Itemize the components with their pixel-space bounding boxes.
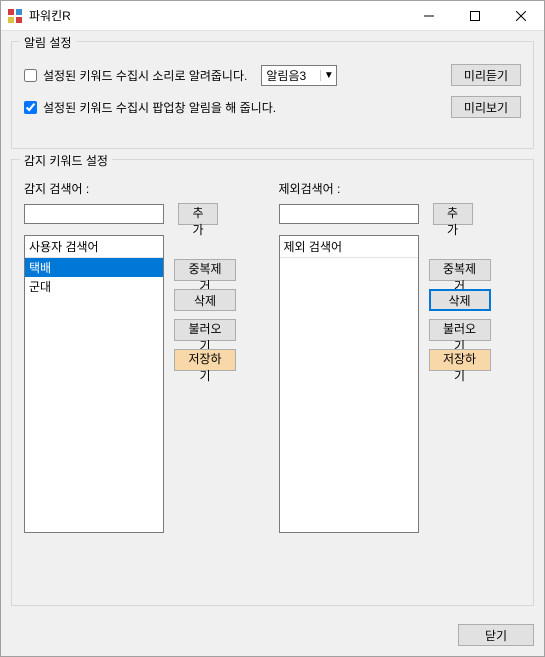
exclude-delete-button[interactable]: 삭제 xyxy=(429,289,491,311)
include-load-button[interactable]: 불러오기 xyxy=(174,319,236,341)
window-body: 알림 설정 설정된 키워드 수집시 소리로 알려줍니다. 알림음3 ▼ 미리듣기… xyxy=(1,31,544,616)
alarm-popup-label: 설정된 키워드 수집시 팝업창 알림을 해 줍니다. xyxy=(43,99,276,116)
exclude-load-button[interactable]: 불러오기 xyxy=(429,319,491,341)
include-dedup-button[interactable]: 중복제거 xyxy=(174,259,236,281)
minimize-button[interactable] xyxy=(406,1,452,31)
exclude-label: 제외검색어 : xyxy=(279,180,522,197)
exclude-dedup-button[interactable]: 중복제거 xyxy=(429,259,491,281)
preview-sound-button[interactable]: 미리듣기 xyxy=(451,64,521,86)
include-input[interactable] xyxy=(24,204,164,224)
window-title: 파워킨R xyxy=(29,7,406,24)
exclude-input-row: 추가 xyxy=(279,203,522,225)
window-controls xyxy=(406,1,544,30)
alarm-popup-checkbox[interactable] xyxy=(24,101,37,114)
alarm-popup-row: 설정된 키워드 수집시 팝업창 알림을 해 줍니다. 미리보기 xyxy=(24,96,521,118)
list-item[interactable]: 군대 xyxy=(25,277,163,296)
app-window: 파워킨R 알림 설정 설정된 키워드 수집시 소리로 알려줍니다. xyxy=(0,0,545,657)
include-add-button[interactable]: 추가 xyxy=(178,203,218,225)
include-input-row: 추가 xyxy=(24,203,267,225)
exclude-listbox[interactable]: 제외 검색어 xyxy=(279,235,419,533)
preview-popup-button[interactable]: 미리보기 xyxy=(451,96,521,118)
close-dialog-button[interactable]: 닫기 xyxy=(458,624,534,646)
exclude-add-button[interactable]: 추가 xyxy=(433,203,473,225)
include-label: 감지 검색어 : xyxy=(24,180,267,197)
include-list-area: 사용자 검색어 택배 군대 중복제거 삭제 불러오기 저장하기 xyxy=(24,235,267,593)
alarm-popup-checkbox-wrap[interactable]: 설정된 키워드 수집시 팝업창 알림을 해 줍니다. xyxy=(24,99,276,116)
include-button-stack: 중복제거 삭제 불러오기 저장하기 xyxy=(174,235,236,593)
alarm-sound-checkbox-wrap[interactable]: 설정된 키워드 수집시 소리로 알려줍니다. xyxy=(24,67,247,84)
exclude-column: 제외검색어 : 추가 제외 검색어 중복제거 삭제 불러오기 저장 xyxy=(279,180,522,593)
include-save-button[interactable]: 저장하기 xyxy=(174,349,236,371)
alarm-sound-row: 설정된 키워드 수집시 소리로 알려줍니다. 알림음3 ▼ 미리듣기 xyxy=(24,64,521,86)
alarm-sound-checkbox[interactable] xyxy=(24,69,37,82)
alarm-sound-select-value: 알림음3 xyxy=(262,67,320,84)
footer: 닫기 xyxy=(1,616,544,656)
titlebar: 파워킨R xyxy=(1,1,544,31)
keyword-settings-group: 감지 키워드 설정 감지 검색어 : 추가 사용자 검색어 택배 군대 xyxy=(11,159,534,606)
include-list-header: 사용자 검색어 xyxy=(25,236,163,258)
exclude-save-button[interactable]: 저장하기 xyxy=(429,349,491,371)
app-icon xyxy=(7,8,23,24)
keyword-group-title: 감지 키워드 설정 xyxy=(20,152,112,169)
exclude-input[interactable] xyxy=(279,204,419,224)
alarm-sound-label: 설정된 키워드 수집시 소리로 알려줍니다. xyxy=(43,67,247,84)
alarm-sound-select[interactable]: 알림음3 ▼ xyxy=(261,65,337,86)
alarm-settings-group: 알림 설정 설정된 키워드 수집시 소리로 알려줍니다. 알림음3 ▼ 미리듣기… xyxy=(11,41,534,149)
include-column: 감지 검색어 : 추가 사용자 검색어 택배 군대 중복제거 삭제 xyxy=(24,180,267,593)
include-listbox[interactable]: 사용자 검색어 택배 군대 xyxy=(24,235,164,533)
dropdown-arrow-icon: ▼ xyxy=(320,70,336,81)
alarm-group-title: 알림 설정 xyxy=(20,34,76,51)
include-delete-button[interactable]: 삭제 xyxy=(174,289,236,311)
keyword-columns: 감지 검색어 : 추가 사용자 검색어 택배 군대 중복제거 삭제 xyxy=(24,180,521,593)
exclude-list-header: 제외 검색어 xyxy=(280,236,418,258)
exclude-list-area: 제외 검색어 중복제거 삭제 불러오기 저장하기 xyxy=(279,235,522,593)
list-item[interactable]: 택배 xyxy=(25,258,163,277)
maximize-button[interactable] xyxy=(452,1,498,31)
exclude-button-stack: 중복제거 삭제 불러오기 저장하기 xyxy=(429,235,491,593)
close-button[interactable] xyxy=(498,1,544,31)
